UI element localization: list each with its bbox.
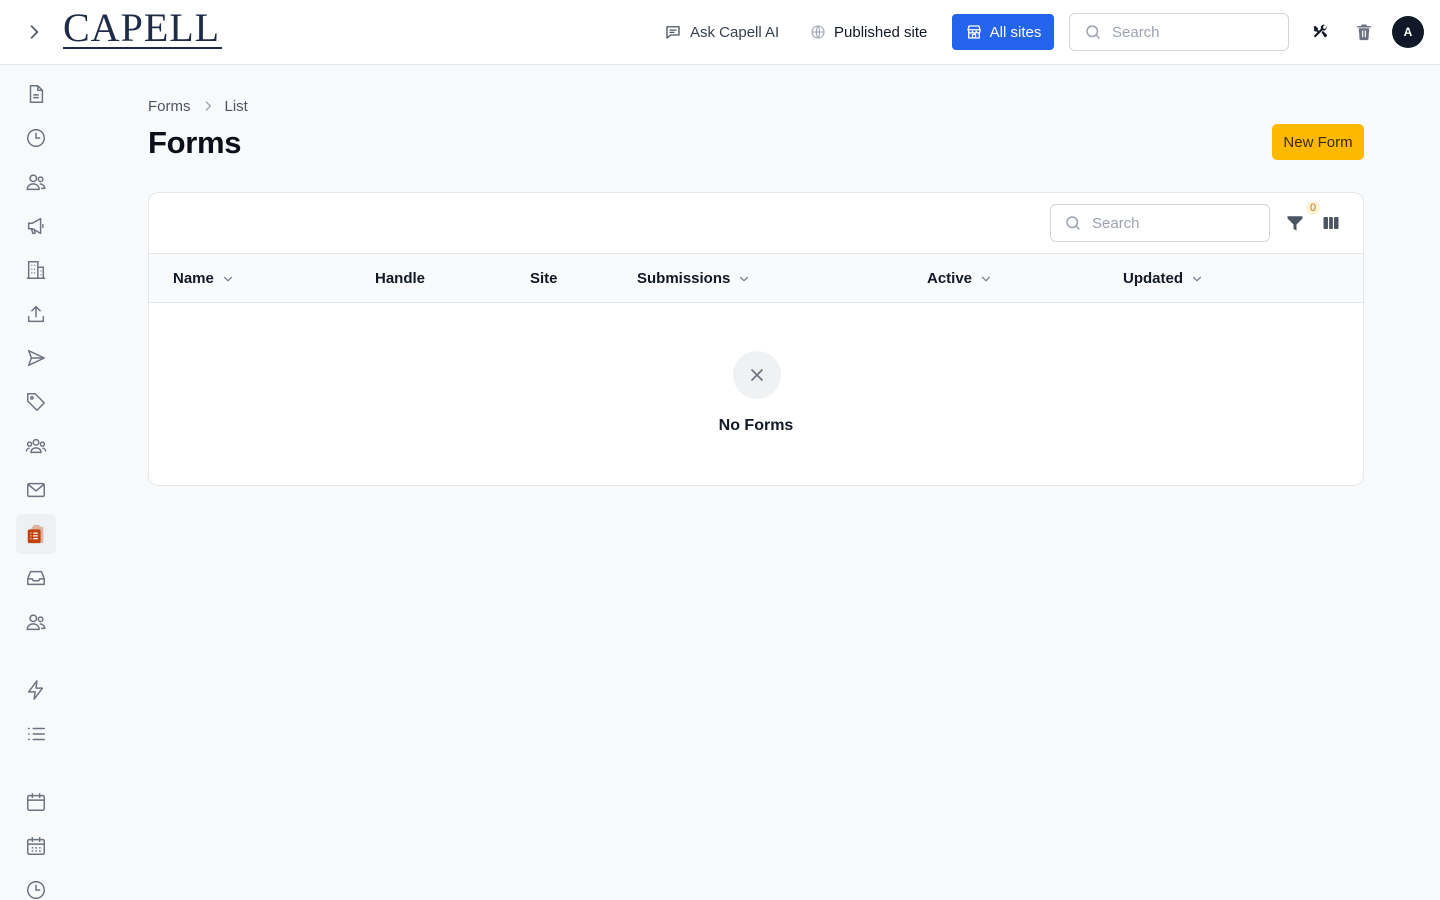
sidebar-item-calendar[interactable]	[16, 782, 56, 822]
breadcrumb-item-forms[interactable]: Forms	[148, 98, 191, 115]
sidebar-item-lists[interactable]	[16, 714, 56, 754]
sidebar-item-send[interactable]	[16, 338, 56, 378]
clock-icon	[27, 881, 45, 899]
empty-state-icon-wrap	[733, 351, 781, 399]
top-bar: CAPELL Ask Capell AI Published site All …	[0, 0, 1440, 65]
funnel-icon	[1287, 216, 1303, 231]
published-site-link[interactable]: Published site	[810, 20, 927, 44]
table-search[interactable]	[1050, 204, 1270, 242]
user-group-icon	[25, 438, 47, 454]
users-icon	[26, 614, 46, 631]
column-header-site: Site	[530, 254, 558, 303]
sidebar-item-users[interactable]	[16, 162, 56, 202]
building-icon	[26, 261, 46, 279]
ask-ai-button[interactable]: Ask Capell AI	[664, 20, 779, 44]
column-label-handle: Handle	[375, 270, 426, 287]
upload-icon	[27, 305, 45, 323]
table-header: Name Handle Site Submissions Active Upda…	[149, 254, 1363, 303]
table-toolbar: 0	[149, 193, 1363, 254]
user-avatar[interactable]: A	[1392, 16, 1424, 48]
trash-icon	[1357, 24, 1371, 41]
megaphone-icon	[27, 217, 44, 235]
globe-icon	[811, 25, 825, 39]
chevron-right-icon	[205, 101, 211, 111]
sidebar	[0, 65, 72, 900]
expand-sidebar-button[interactable]	[22, 20, 46, 44]
sidebar-item-uploads[interactable]	[16, 294, 56, 334]
sidebar-item-inbox[interactable]	[16, 558, 56, 598]
breadcrumb-item-list[interactable]: List	[225, 98, 248, 115]
logo[interactable]: CAPELL	[63, 8, 222, 52]
sidebar-item-announcements[interactable]	[16, 206, 56, 246]
filter-count-badge: 0	[1306, 201, 1320, 215]
columns-toggle-button[interactable]	[1320, 211, 1342, 235]
chevron-down-icon	[1192, 276, 1202, 281]
forms-table-card: 0 Name Handle Site Submissions Active Up…	[148, 192, 1364, 486]
empty-state: No Forms	[149, 303, 1363, 485]
chat-bubble-icon	[666, 26, 680, 39]
logo-text: CAPELL	[63, 5, 221, 50]
sidebar-item-members[interactable]	[16, 602, 56, 642]
x-mark-icon	[751, 369, 763, 381]
tag-icon	[27, 393, 45, 411]
chevron-down-icon	[740, 276, 749, 281]
trash-button[interactable]	[1353, 20, 1375, 44]
list-icon	[27, 727, 45, 741]
ask-ai-label: Ask Capell AI	[690, 23, 780, 41]
column-header-name[interactable]: Name	[173, 254, 235, 303]
global-search[interactable]	[1069, 13, 1289, 51]
chevron-down-icon	[223, 276, 232, 281]
all-sites-label: All sites	[989, 23, 1042, 41]
filter-button[interactable]	[1284, 211, 1306, 235]
all-sites-button[interactable]: All sites	[952, 14, 1054, 50]
sidebar-item-tags[interactable]	[16, 382, 56, 422]
sidebar-item-automations[interactable]	[16, 670, 56, 710]
breadcrumb: Forms List	[148, 96, 248, 116]
column-label-updated: Updated	[1123, 270, 1183, 287]
column-header-updated[interactable]: Updated	[1123, 254, 1204, 303]
calendar-icon	[27, 793, 45, 811]
sidebar-item-forms[interactable]	[16, 514, 56, 554]
users-icon	[26, 174, 46, 191]
published-site-label: Published site	[834, 23, 928, 41]
sidebar-item-pages[interactable]	[16, 74, 56, 114]
document-icon	[29, 85, 44, 103]
global-search-input[interactable]	[1112, 23, 1272, 41]
calendar-days-icon	[27, 837, 45, 855]
column-header-handle: Handle	[375, 254, 425, 303]
storefront-icon	[966, 25, 981, 39]
sidebar-item-mail[interactable]	[16, 470, 56, 510]
clipboard-icon	[27, 524, 44, 544]
search-icon	[1066, 216, 1080, 230]
envelope-icon	[27, 482, 45, 498]
search-icon	[1086, 25, 1100, 39]
logo-underline	[63, 47, 222, 49]
tools-button[interactable]	[1309, 20, 1331, 44]
page-title: Forms	[148, 125, 242, 160]
table-search-input[interactable]	[1092, 214, 1252, 232]
column-label-submissions: Submissions	[637, 270, 731, 287]
bolt-icon	[27, 680, 44, 700]
sidebar-item-groups[interactable]	[16, 426, 56, 466]
clock-icon	[27, 129, 45, 147]
column-header-active[interactable]: Active	[927, 254, 993, 303]
column-header-submissions[interactable]: Submissions	[637, 254, 751, 303]
new-form-button[interactable]: New Form	[1272, 124, 1364, 160]
column-label-name: Name	[173, 270, 214, 287]
sidebar-item-history[interactable]	[16, 118, 56, 158]
sidebar-item-companies[interactable]	[16, 250, 56, 290]
view-columns-icon	[1323, 217, 1339, 229]
column-label-active: Active	[927, 270, 973, 287]
send-icon	[27, 349, 45, 367]
inbox-icon	[27, 570, 45, 586]
chevron-down-icon	[981, 276, 991, 281]
column-label-site: Site	[530, 270, 558, 287]
empty-state-text: No Forms	[718, 417, 794, 434]
chevron-right-icon	[30, 25, 39, 39]
wrench-screwdriver-icon	[1313, 24, 1328, 38]
sidebar-item-time[interactable]	[16, 870, 56, 900]
sidebar-item-schedule[interactable]	[16, 826, 56, 866]
